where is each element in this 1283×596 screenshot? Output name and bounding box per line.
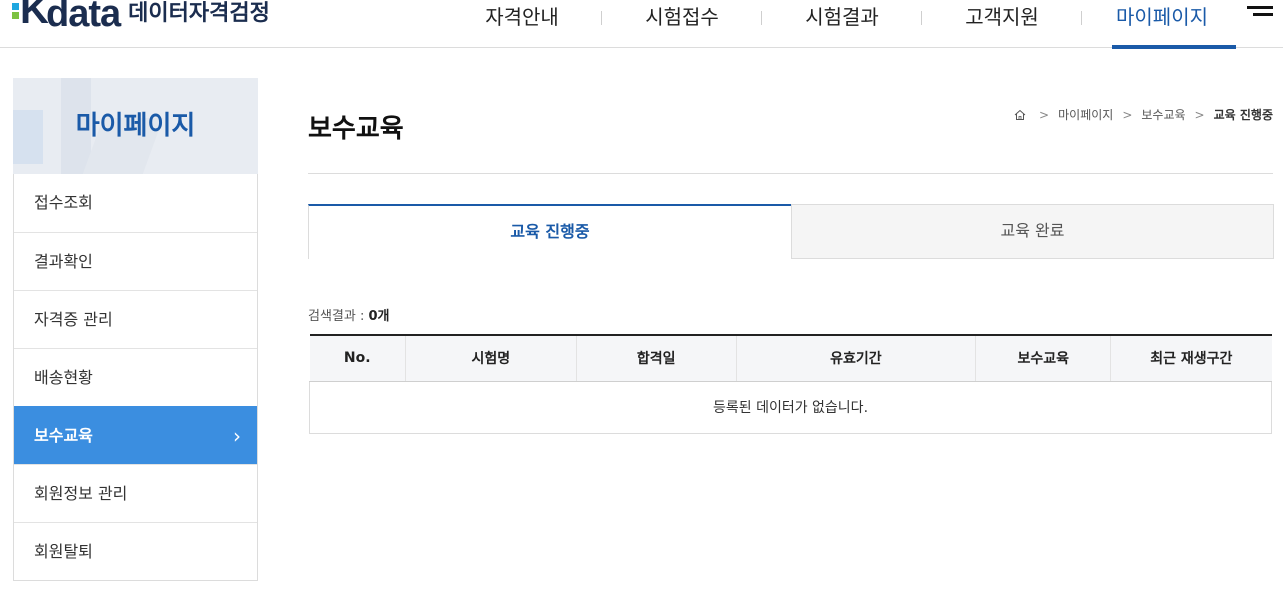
nav-item-customer-support[interactable]: 고객지원	[922, 0, 1082, 48]
page-title: 보수교육	[308, 114, 404, 144]
sidebar-item-delivery-status[interactable]: 배송현황	[14, 348, 257, 406]
nav-item-qualification-info[interactable]: 자격안내	[442, 0, 602, 48]
logo-subtitle: 데이터자격검정	[128, 1, 270, 26]
home-icon[interactable]	[1014, 109, 1026, 121]
breadcrumb-separator-icon: >	[1194, 107, 1205, 122]
column-header-refresher-training: 보수교육	[975, 334, 1111, 382]
nav-item-mypage[interactable]: 마이페이지	[1082, 0, 1242, 49]
breadcrumb-separator-icon: >	[1122, 107, 1133, 122]
breadcrumb-item-current: 교육 진행중	[1213, 108, 1273, 122]
result-count-value: 0개	[368, 309, 390, 324]
breadcrumb-separator-icon: >	[1039, 107, 1050, 122]
sidebar-item-certificate-management[interactable]: 자격증 관리	[14, 290, 257, 348]
column-header-validity-period: 유효기간	[735, 334, 976, 382]
breadcrumb-item-mypage[interactable]: 마이페이지	[1058, 106, 1113, 123]
title-divider	[308, 173, 1273, 174]
breadcrumb: > 마이페이지 > 보수교육 > 교육 진행중	[1014, 106, 1273, 123]
site-header: K data 데이터자격검정 자격안내 시험접수 시험결과 고객지원 마이페이지	[0, 0, 1283, 49]
empty-message: 등록된 데이터가 없습니다.	[309, 381, 1272, 434]
sidebar-item-withdraw[interactable]: 회원탈퇴	[14, 522, 257, 580]
result-count-label: 검색결과 :	[308, 309, 369, 324]
sidebar-header: 마이페이지	[13, 78, 258, 174]
sidebar-item-registration-inquiry[interactable]: 접수조회	[14, 174, 257, 232]
search-result-count: 검색결과 : 0개	[308, 305, 390, 324]
breadcrumb-item-refresher-training[interactable]: 보수교육	[1141, 106, 1185, 123]
nav-item-exam-registration[interactable]: 시험접수	[602, 0, 762, 48]
kdata-logo[interactable]: K data 데이터자격검정	[12, 0, 270, 34]
main-nav: 자격안내 시험접수 시험결과 고객지원 마이페이지	[442, 0, 1242, 49]
sidebar-item-member-info[interactable]: 회원정보 관리	[14, 464, 257, 522]
sidebar-item-refresher-training[interactable]: 보수교육 ›	[14, 406, 257, 464]
column-header-pass-date: 합격일	[575, 334, 737, 382]
sidebar-title: 마이페이지	[75, 111, 196, 141]
tab-completed[interactable]: 교육 완료	[791, 204, 1274, 259]
hamburger-icon[interactable]	[1247, 6, 1273, 24]
table-header-row: No. 시험명 합격일 유효기간 보수교육 최근 재생구간	[309, 334, 1272, 382]
training-tabs: 교육 진행중 교육 완료	[308, 204, 1274, 259]
column-header-exam-name: 시험명	[404, 334, 577, 382]
chevron-right-icon: ›	[233, 424, 241, 448]
logo-mark: K	[12, 0, 49, 30]
tab-in-progress[interactable]: 교육 진행중	[308, 204, 791, 259]
training-table: No. 시험명 합격일 유효기간 보수교육 최근 재생구간 등록된 데이터가 없…	[309, 334, 1272, 434]
sidebar: 마이페이지 접수조회 결과확인 자격증 관리 배송현황 보수교육 › 회원정보 관…	[13, 78, 258, 581]
sidebar-item-result-check[interactable]: 결과확인	[14, 232, 257, 290]
sidebar-menu: 접수조회 결과확인 자격증 관리 배송현황 보수교육 › 회원정보 관리 회원탈퇴	[13, 174, 258, 581]
table-row: 등록된 데이터가 없습니다.	[309, 381, 1272, 434]
column-header-no: No.	[309, 334, 406, 382]
nav-item-exam-results[interactable]: 시험결과	[762, 0, 922, 48]
column-header-recent-playback: 최근 재생구간	[1110, 334, 1272, 382]
logo-wordmark: data	[46, 0, 121, 35]
